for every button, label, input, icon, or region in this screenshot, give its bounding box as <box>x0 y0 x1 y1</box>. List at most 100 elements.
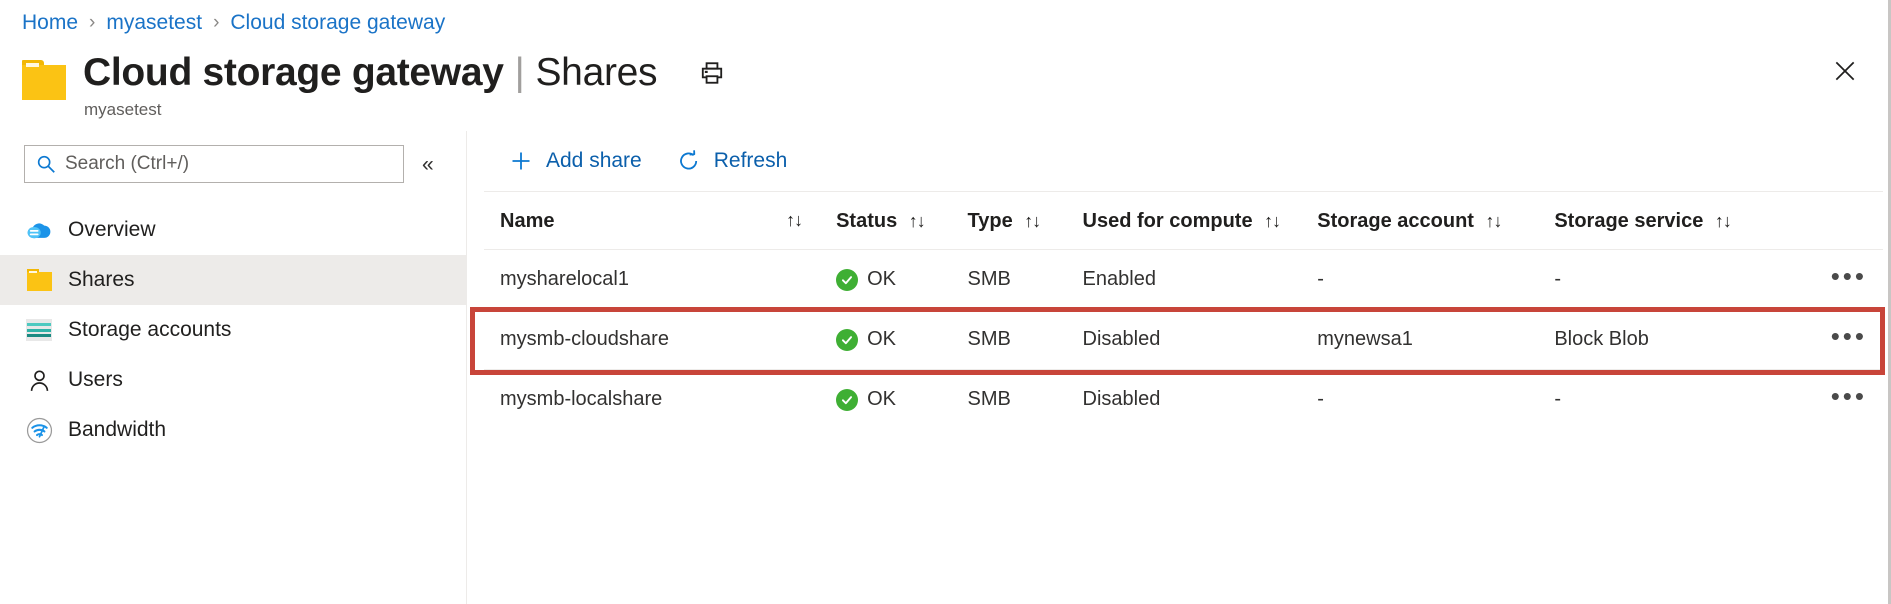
storage-accounts-icon <box>24 315 54 345</box>
page-title: Cloud storage gateway <box>83 50 504 96</box>
sidebar-nav: Overview Shares Storage accounts <box>0 205 466 455</box>
table-row[interactable]: mysmb-cloudshare OK SMB <box>484 310 1883 370</box>
breadcrumb-separator-icon: › <box>213 12 219 34</box>
search-input[interactable]: Search (Ctrl+/) <box>24 145 404 183</box>
title-separator: | <box>515 50 525 96</box>
cell-status: OK <box>836 370 967 430</box>
cell-storage-account: - <box>1317 250 1554 310</box>
folder-icon <box>24 265 54 295</box>
cell-status: OK <box>836 250 967 310</box>
refresh-label: Refresh <box>714 149 788 173</box>
status-label: OK <box>867 388 896 411</box>
sidebar-item-label: Shares <box>68 268 135 292</box>
column-label: Type <box>968 210 1013 232</box>
status-ok-icon <box>836 329 858 351</box>
cloud-icon <box>24 215 54 245</box>
sidebar-item-label: Overview <box>68 218 156 242</box>
breadcrumb-item-home[interactable]: Home <box>22 11 78 35</box>
sidebar-item-users[interactable]: Users <box>0 355 466 405</box>
refresh-button[interactable]: Refresh <box>668 142 796 180</box>
column-header-status[interactable]: Status ↑↓ <box>836 192 967 250</box>
cell-name: mysmb-localshare <box>484 370 836 430</box>
column-label: Storage account <box>1317 210 1474 232</box>
close-icon[interactable] <box>1826 52 1864 90</box>
more-options-icon[interactable]: ••• <box>1831 390 1867 402</box>
more-options-icon[interactable]: ••• <box>1831 330 1867 342</box>
azure-portal-blade: Home › myasetest › Cloud storage gateway… <box>0 0 1891 604</box>
folder-icon <box>22 60 66 100</box>
shares-table: Name ↑↓ Status ↑↓ Type ↑↓ Used for com <box>484 192 1883 429</box>
cell-actions: ••• <box>1789 250 1883 310</box>
command-toolbar: Add share Refresh <box>468 131 1885 191</box>
table-row[interactable]: mysmb-localshare OK SMB <box>484 370 1883 430</box>
cell-storage-service: - <box>1554 370 1789 430</box>
bandwidth-icon <box>24 415 54 445</box>
sidebar-item-overview[interactable]: Overview <box>0 205 466 255</box>
search-icon <box>35 153 57 175</box>
main-content: Add share Refresh Name ↑↓ <box>468 131 1885 604</box>
column-label: Status <box>836 210 897 232</box>
column-label: Storage service <box>1554 210 1703 232</box>
sort-icon[interactable]: ↑↓ <box>786 210 802 231</box>
cell-storage-service: - <box>1554 250 1789 310</box>
sidebar: Search (Ctrl+/) « Overview <box>0 131 467 604</box>
add-share-label: Add share <box>546 149 642 173</box>
sidebar-item-label: Bandwidth <box>68 418 166 442</box>
column-header-type[interactable]: Type ↑↓ <box>968 192 1083 250</box>
sort-icon[interactable]: ↑↓ <box>909 211 925 231</box>
sort-icon[interactable]: ↑↓ <box>1486 211 1502 231</box>
cell-actions: ••• <box>1789 310 1883 370</box>
table-header-row: Name ↑↓ Status ↑↓ Type ↑↓ Used for com <box>484 192 1883 250</box>
status-label: OK <box>867 328 896 351</box>
sort-icon[interactable]: ↑↓ <box>1024 211 1040 231</box>
column-header-actions <box>1789 192 1883 250</box>
cell-used-for-compute: Enabled <box>1083 250 1318 310</box>
sidebar-item-shares[interactable]: Shares <box>0 255 466 305</box>
cell-status: OK <box>836 310 967 370</box>
refresh-icon <box>676 148 702 174</box>
shares-table-container: Name ↑↓ Status ↑↓ Type ↑↓ Used for com <box>484 191 1883 429</box>
collapse-sidebar-icon[interactable]: « <box>422 154 434 175</box>
page-title-row: Cloud storage gateway | Shares myasetest <box>22 48 727 120</box>
status-ok-icon <box>836 269 858 291</box>
cell-used-for-compute: Disabled <box>1083 310 1318 370</box>
cell-actions: ••• <box>1789 370 1883 430</box>
breadcrumb-separator-icon: › <box>89 12 95 34</box>
sidebar-item-bandwidth[interactable]: Bandwidth <box>0 405 466 455</box>
cell-storage-account: mynewsa1 <box>1317 310 1554 370</box>
plus-icon <box>508 148 534 174</box>
breadcrumb-item-myasetest[interactable]: myasetest <box>106 11 202 35</box>
cell-type: SMB <box>968 370 1083 430</box>
title-block: Cloud storage gateway | Shares myasetest <box>83 48 727 120</box>
sidebar-item-storage-accounts[interactable]: Storage accounts <box>0 305 466 355</box>
status-label: OK <box>867 268 896 291</box>
column-label: Used for compute <box>1083 210 1253 232</box>
sidebar-item-label: Users <box>68 368 123 392</box>
table-row[interactable]: mysharelocal1 OK SMB <box>484 250 1883 310</box>
column-label: Name <box>500 210 554 232</box>
print-icon[interactable] <box>697 58 727 88</box>
cell-storage-account: - <box>1317 370 1554 430</box>
cell-storage-service: Block Blob <box>1554 310 1789 370</box>
breadcrumb-item-cloud-storage-gateway[interactable]: Cloud storage gateway <box>230 11 445 35</box>
column-header-storage-service[interactable]: Storage service ↑↓ <box>1554 192 1789 250</box>
sidebar-item-label: Storage accounts <box>68 318 231 342</box>
column-header-used-for-compute[interactable]: Used for compute ↑↓ <box>1083 192 1318 250</box>
page-section-title: Shares <box>535 50 657 96</box>
cell-used-for-compute: Disabled <box>1083 370 1318 430</box>
sidebar-search-row: Search (Ctrl+/) « <box>0 131 466 183</box>
status-ok-icon <box>836 389 858 411</box>
column-header-storage-account[interactable]: Storage account ↑↓ <box>1317 192 1554 250</box>
more-options-icon[interactable]: ••• <box>1831 270 1867 282</box>
add-share-button[interactable]: Add share <box>500 142 650 180</box>
sort-icon[interactable]: ↑↓ <box>1264 211 1280 231</box>
cell-type: SMB <box>968 310 1083 370</box>
page-subtitle: myasetest <box>84 100 727 120</box>
column-header-name[interactable]: Name ↑↓ <box>484 192 836 250</box>
cell-name: mysmb-cloudshare <box>484 310 836 370</box>
cell-name: mysharelocal1 <box>484 250 836 310</box>
user-icon <box>24 365 54 395</box>
breadcrumb: Home › myasetest › Cloud storage gateway <box>22 8 445 38</box>
sort-icon[interactable]: ↑↓ <box>1715 211 1731 231</box>
search-placeholder: Search (Ctrl+/) <box>65 153 189 175</box>
